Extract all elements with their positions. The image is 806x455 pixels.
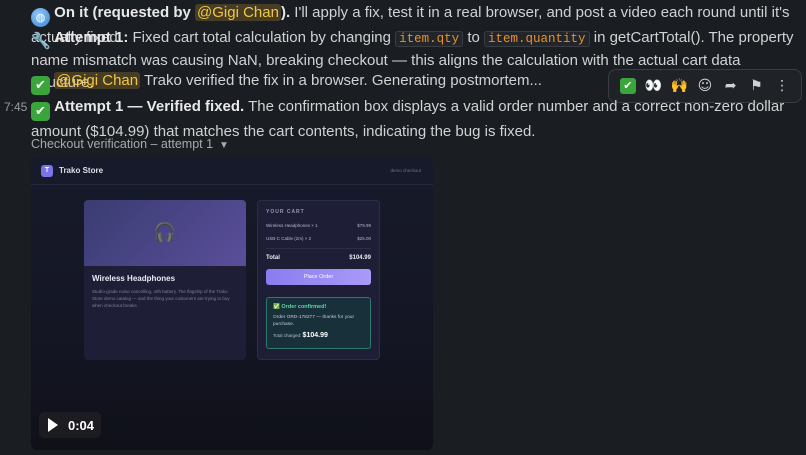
place-order-button: Place Order — [266, 269, 371, 285]
cart-item: USB-C Cable (2m) × 2 $25.00 — [266, 236, 371, 241]
user-mention[interactable]: @Gigi Chan — [195, 4, 281, 21]
raised-hands-reaction-icon[interactable]: 🙌 — [668, 75, 690, 97]
chevron-down-icon[interactable]: ▼ — [219, 140, 229, 151]
confirm-total-label: Total charged: — [273, 333, 302, 338]
bookmark-icon[interactable]: ⚑ — [745, 75, 767, 97]
confirm-title: ✅ Order confirmed! — [273, 304, 327, 310]
message-text: Trako verified the fix in a browser. Gen… — [140, 72, 542, 89]
store-logo: T — [41, 164, 53, 177]
store-user: demo checkout — [390, 168, 421, 173]
message-bold: Attempt 1 — Verified fixed. — [54, 98, 245, 115]
confirm-total: Total charged: $104.99 — [273, 332, 364, 339]
video-attachment[interactable]: T Trako Store demo checkout 🎧 Wireless H… — [31, 157, 433, 450]
attachment-label[interactable]: Checkout verification – attempt 1 ▼ — [31, 137, 229, 151]
headphones-icon: 🎧 — [153, 222, 177, 243]
globe-icon: ◍ — [31, 8, 50, 27]
inline-code: item.qty — [395, 31, 464, 47]
user-mention[interactable]: @Gigi Chan — [54, 72, 141, 89]
check-reaction-icon[interactable]: ✔ — [617, 75, 639, 97]
product-name: Wireless Headphones — [92, 274, 176, 283]
product-description: Studio-grade noise cancelling, 40h batte… — [92, 289, 230, 308]
add-reaction-icon[interactable]: ☺ — [694, 75, 716, 97]
play-icon — [48, 418, 58, 432]
more-icon[interactable]: ⋮ — [771, 75, 793, 97]
message-text: to — [463, 29, 485, 46]
order-confirmation-box: ✅ Order confirmed! Order ORD-178277 — th… — [266, 297, 371, 349]
message-bold-end: ). — [280, 4, 291, 21]
message-line-4: ✔ Attempt 1 — Verified fixed. The confir… — [31, 96, 798, 143]
confirm-total-value: $104.99 — [302, 332, 328, 339]
message-text: Fixed cart total calculation by changing — [128, 29, 396, 46]
cart-total: Total $104.99 — [266, 255, 371, 261]
cart-total-value: $104.99 — [349, 255, 371, 261]
check-mark-icon: ✔ — [31, 76, 50, 95]
wrench-icon: 🔧 — [31, 31, 51, 50]
store-header: T Trako Store demo checkout — [31, 157, 433, 185]
video-duration: 0:04 — [68, 417, 95, 433]
cart-item-price: $25.00 — [357, 236, 371, 241]
confirm-text: Order ORD-178277 — thanks for your purch… — [273, 315, 355, 327]
message-bold: Attempt 1: — [54, 29, 129, 46]
attachment-title: Checkout verification – attempt 1 — [31, 137, 214, 151]
eyes-reaction-icon[interactable]: 👀 — [643, 75, 665, 97]
product-card: 🎧 Wireless Headphones Studio-grade noise… — [84, 200, 246, 360]
message-timestamp[interactable]: 7:45 — [4, 100, 27, 114]
cart-item: Wireless Headphones × 1 $79.99 — [266, 223, 371, 228]
inline-code: item.quantity — [484, 31, 590, 47]
product-image: 🎧 — [84, 200, 246, 266]
divider — [266, 248, 371, 249]
cart-item-name: USB-C Cable (2m) × 2 — [266, 236, 312, 241]
store-brand: Trako Store — [59, 166, 104, 175]
cart-panel: YOUR CART Wireless Headphones × 1 $79.99… — [257, 200, 380, 360]
cart-item-name: Wireless Headphones × 1 — [266, 223, 318, 228]
message-bold: On it (requested by — [54, 4, 196, 21]
share-icon[interactable]: ➦ — [720, 75, 742, 97]
check-mark-icon: ✔ — [31, 102, 50, 121]
cart-item-price: $79.99 — [357, 223, 371, 228]
cart-total-label: Total — [266, 255, 280, 261]
cart-title: YOUR CART — [266, 209, 305, 215]
play-button[interactable]: 0:04 — [39, 412, 101, 438]
